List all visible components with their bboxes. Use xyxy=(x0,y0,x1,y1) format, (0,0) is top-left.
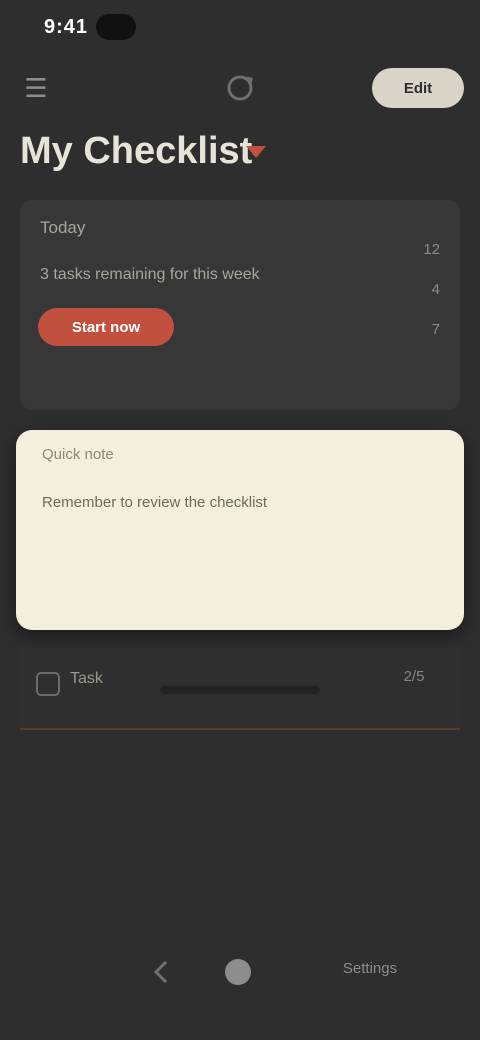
back-icon[interactable] xyxy=(142,952,182,992)
start-button[interactable]: Start now xyxy=(38,308,174,346)
home-icon[interactable] xyxy=(216,950,260,994)
summary-stat: 7 xyxy=(431,321,440,338)
note-body: Remember to review the checklist xyxy=(42,494,268,511)
menu-icon[interactable]: ☰ xyxy=(22,74,50,102)
camera-cutout xyxy=(96,14,136,40)
summary-card: Today 3 tasks remaining for this week St… xyxy=(20,200,460,410)
summary-label: Today xyxy=(40,218,86,237)
task-label: Task xyxy=(70,670,103,687)
task-row[interactable]: Task 2/5 xyxy=(20,648,460,730)
status-bar: 9:41 xyxy=(0,0,480,56)
note-card[interactable]: Quick note Remember to review the checkl… xyxy=(16,430,464,630)
task-count: 2/5 xyxy=(403,668,425,685)
summary-stats: 12 4 7 xyxy=(320,230,440,350)
status-time: 9:41 xyxy=(44,16,89,38)
note-header: Quick note xyxy=(42,446,114,463)
sync-icon[interactable] xyxy=(222,70,258,106)
summary-description: 3 tasks remaining for this week xyxy=(40,266,260,283)
edit-button[interactable]: Edit xyxy=(372,68,464,108)
task-progress-bar xyxy=(160,686,320,694)
page-title: My Checklist xyxy=(20,130,253,172)
settings-link[interactable]: Settings xyxy=(320,960,420,977)
summary-stat: 12 xyxy=(423,241,440,258)
chevron-down-icon[interactable] xyxy=(246,146,266,158)
checkbox-icon[interactable] xyxy=(36,672,60,696)
bottom-nav: Settings xyxy=(0,930,480,1020)
summary-stat: 4 xyxy=(431,281,440,298)
